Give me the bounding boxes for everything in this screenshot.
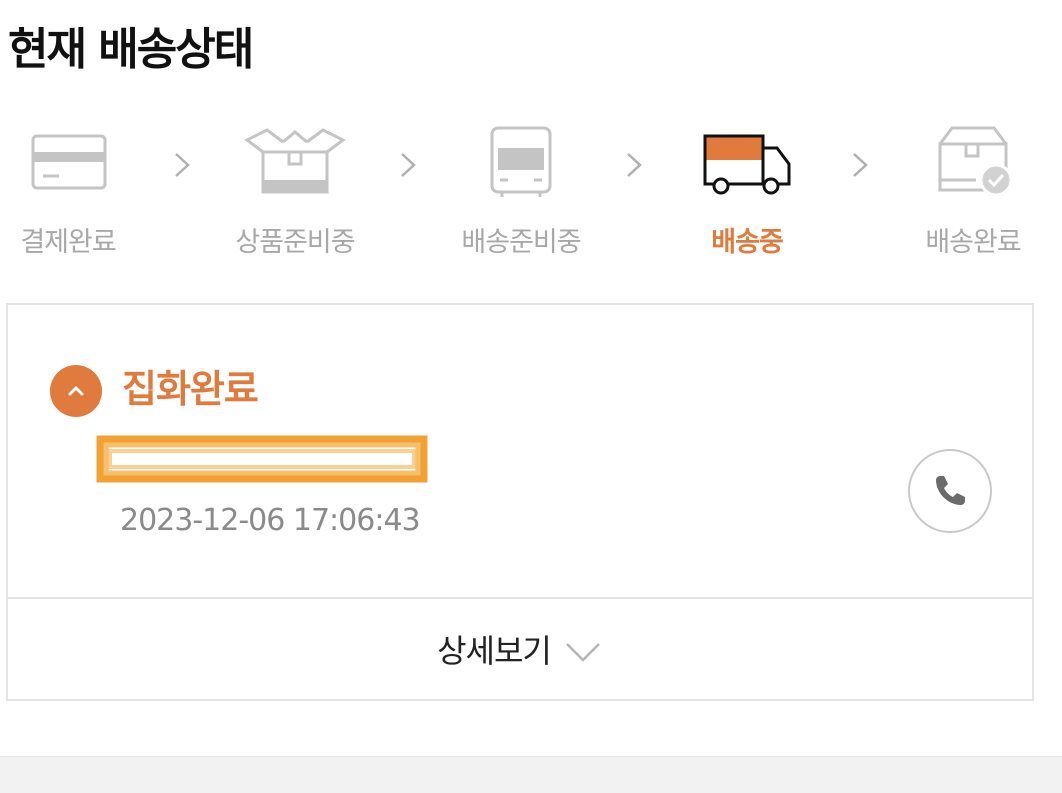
step-payment-complete: 결제완료: [0, 118, 163, 268]
delivery-truck-icon: [703, 134, 791, 195]
box-check-icon: [938, 126, 1013, 197]
chevron-up-icon: [68, 386, 84, 396]
chevron-right-icon: [401, 153, 416, 177]
step-in-delivery: 배송중: [652, 118, 842, 268]
step-preparing-shipment: 배송준비중: [426, 118, 616, 268]
step-delivery-complete: 배송완료: [878, 118, 1062, 268]
chevron-right-icon: [627, 153, 642, 177]
chevron-right-icon: [175, 153, 190, 177]
chevron-right-icon: [853, 153, 868, 177]
call-button[interactable]: [908, 449, 992, 533]
bus-icon: [490, 126, 552, 197]
tracking-card: 집화완료 2023-12-06 17:06:43 상세보기: [6, 303, 1034, 701]
open-box-icon: [244, 128, 346, 194]
step-label: 배송완료: [925, 227, 1021, 258]
phone-icon: [936, 476, 965, 505]
step-label: 상품준비중: [235, 227, 355, 258]
chevron-down-icon: [565, 643, 600, 662]
redaction-mark: [96, 435, 428, 483]
credit-card-icon: [31, 134, 107, 190]
delivery-progress: 결제완료 상품준비중 배송준비중 배송중 배송완료: [0, 118, 1062, 268]
step-label: 결제완료: [20, 227, 116, 258]
page-title: 현재 배송상태: [8, 24, 254, 75]
step-preparing-product: 상품준비중: [200, 118, 390, 268]
bottom-band: [0, 756, 1062, 793]
tracking-timestamp: 2023-12-06 17:06:43: [120, 503, 421, 538]
step-label: 배송중: [711, 227, 784, 258]
tracking-event-title: 집화완료: [122, 367, 259, 411]
view-details-button[interactable]: 상세보기: [8, 599, 1032, 699]
step-label: 배송준비중: [461, 227, 581, 258]
view-details-label: 상세보기: [437, 632, 552, 670]
collapse-toggle-button[interactable]: [50, 365, 102, 417]
